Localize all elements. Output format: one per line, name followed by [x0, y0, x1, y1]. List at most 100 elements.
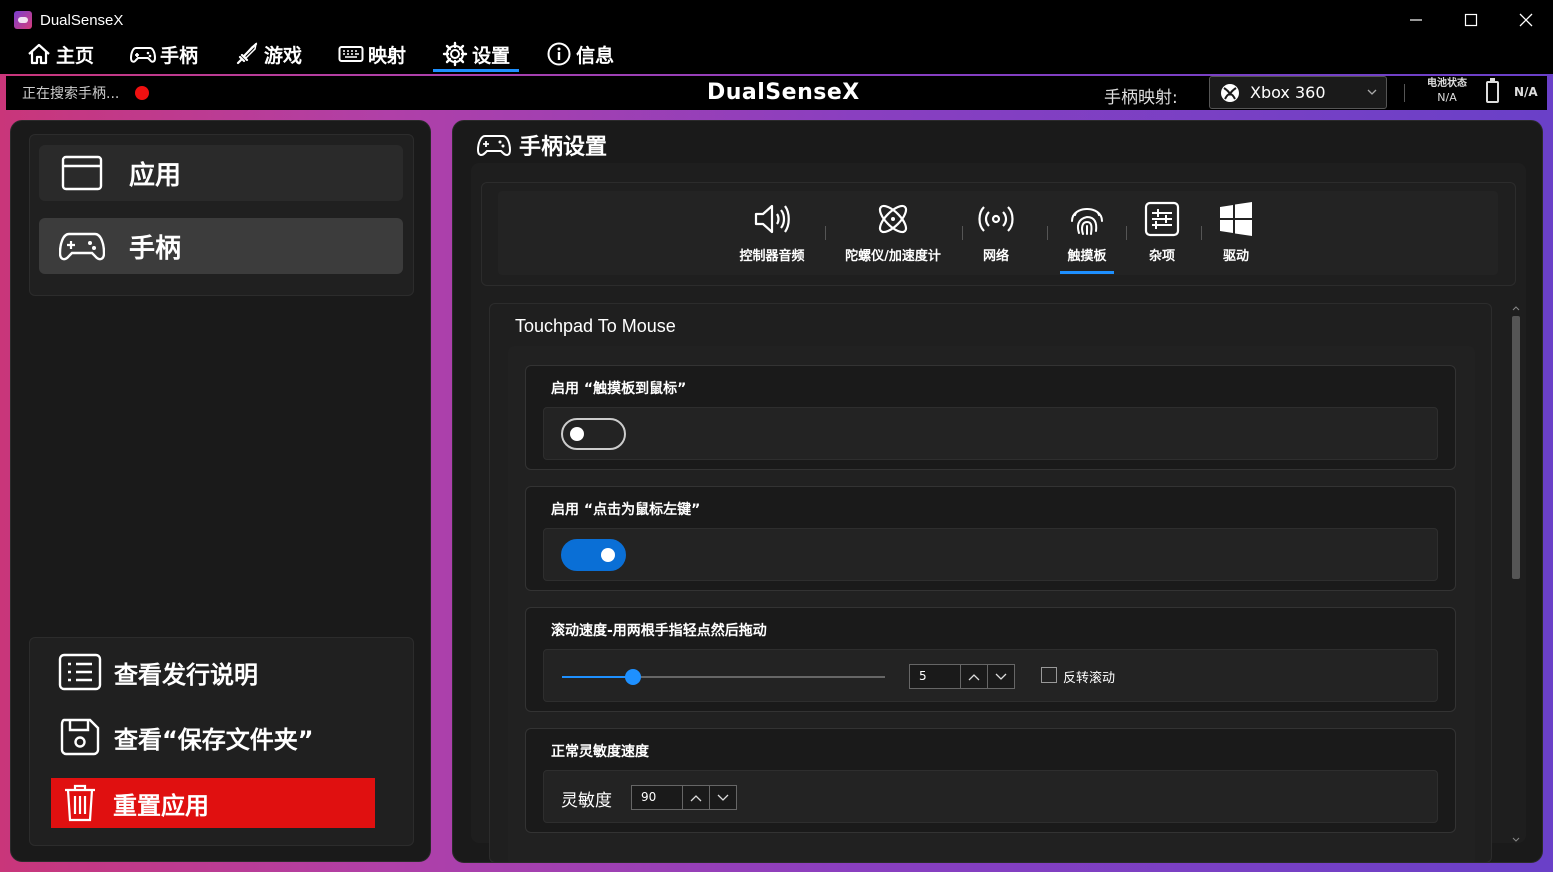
mapping-select[interactable]: Xbox 360	[1209, 76, 1387, 109]
sidebar-item-controller-label: 手柄	[129, 233, 182, 264]
sidebar-item-controller[interactable]: 手柄	[39, 218, 403, 274]
nav-mapping[interactable]: 映射	[338, 34, 406, 74]
release-notes-link[interactable]: 查看发行说明	[58, 652, 258, 692]
sidebar-item-app-label: 应用	[129, 160, 182, 191]
minimize-icon	[1409, 19, 1422, 21]
nav-games-label: 游戏	[264, 44, 303, 67]
tap-click-toggle[interactable]	[561, 539, 626, 571]
tab-separator	[1047, 226, 1048, 240]
speaker-icon	[754, 204, 790, 234]
fingerprint-icon	[1071, 208, 1103, 235]
nav-info-label: 信息	[576, 44, 615, 67]
settings-tabs-inner: 控制器音频 陀螺仪/加速度计 网络 触摸板 杂项 驱动	[498, 191, 1498, 275]
list-icon	[58, 653, 102, 691]
save-folder-label: 查看“保存文件夹”	[114, 725, 314, 754]
save-icon	[60, 718, 100, 756]
trash-icon	[65, 784, 95, 822]
gamepad-icon	[130, 47, 157, 63]
scrollbar-thumb[interactable]	[1512, 316, 1520, 579]
window-title: DualSenseX	[40, 11, 124, 29]
info-icon	[547, 42, 571, 66]
tab-driver[interactable]: 驱动	[1216, 191, 1256, 275]
scroll-speed-slider[interactable]	[562, 669, 885, 685]
window-icon	[61, 155, 103, 191]
nav-settings[interactable]: 设置	[433, 34, 520, 74]
scroll-speed-stepper[interactable]: 5	[909, 664, 1015, 689]
panel-header: 手柄设置	[477, 129, 607, 161]
tab-separator	[962, 226, 963, 240]
nav-home-label: 主页	[56, 44, 95, 67]
tab-separator	[825, 226, 826, 240]
section-title: Touchpad To Mouse	[515, 316, 676, 336]
tab-misc-label: 杂项	[1148, 249, 1175, 264]
scroll-speed-increment-button[interactable]	[960, 665, 987, 688]
tab-audio[interactable]: 控制器音频	[736, 191, 808, 275]
enable-touchpad-toggle[interactable]	[561, 418, 626, 450]
chevron-down-icon	[717, 794, 729, 801]
sensitivity-value[interactable]: 90	[632, 786, 682, 809]
scroll-speed-value[interactable]: 5	[910, 665, 960, 688]
section-content: 启用 “触摸板到鼠标” 启用 “点击为鼠标左键” 滚动速度-用两根手指轻点然后拖…	[508, 346, 1475, 862]
tab-separator	[1201, 226, 1202, 240]
scroll-speed-card: 滚动速度-用两根手指轻点然后拖动 5 反转滚动	[525, 607, 1456, 712]
panel-title: 手柄设置	[519, 135, 608, 160]
sidebar: 应用 手柄 查看发行说明 查看“保存文件夹” 重置应用	[10, 120, 431, 862]
connection-status-dot	[135, 86, 150, 100]
scroll-speed-decrement-button[interactable]	[987, 665, 1014, 688]
gamepad-icon	[477, 135, 511, 156]
nav-mapping-label: 映射	[368, 44, 407, 67]
sensitivity-decrement-button[interactable]	[709, 786, 736, 809]
sensitivity-title: 正常灵敏度速度	[551, 744, 649, 760]
nav-games[interactable]: 游戏	[234, 34, 302, 74]
sidebar-item-app[interactable]: 应用	[39, 145, 403, 201]
gamepad-icon	[59, 232, 105, 261]
invert-scroll-checkbox[interactable]	[1041, 667, 1057, 683]
sensitivity-stepper[interactable]: 90	[631, 785, 737, 810]
tab-gyro[interactable]: 陀螺仪/加速度计	[843, 191, 943, 275]
tab-touchpad[interactable]: 触摸板	[1062, 191, 1112, 275]
settings-tabs: 控制器音频 陀螺仪/加速度计 网络 触摸板 杂项 驱动	[481, 182, 1516, 286]
tab-network[interactable]: 网络	[976, 191, 1016, 275]
tab-misc[interactable]: 杂项	[1142, 191, 1182, 275]
sensitivity-card: 正常灵敏度速度 灵敏度 90	[525, 728, 1456, 833]
home-icon	[28, 43, 50, 65]
app-logo-icon	[14, 11, 32, 29]
release-notes-label: 查看发行说明	[114, 660, 258, 689]
nav-info[interactable]: 信息	[546, 34, 614, 74]
sensitivity-field-label: 灵敏度	[561, 791, 612, 811]
tab-driver-label: 驱动	[1222, 249, 1249, 264]
mapping-label: 手柄映射:	[1104, 88, 1178, 108]
xbox-icon	[1221, 83, 1239, 102]
sensitivity-increment-button[interactable]	[682, 786, 709, 809]
controller-settings-panel: 手柄设置 控制器音频 陀螺仪/加速度计 网络 触摸板 杂项 驱动 Touchpa…	[452, 120, 1543, 863]
sidebar-menu: 应用 手柄	[29, 134, 414, 296]
tab-network-label: 网络	[982, 249, 1009, 264]
scroll-speed-slider-thumb[interactable]	[625, 669, 642, 685]
reset-app-label: 重置应用	[113, 791, 209, 820]
top-nav: 主页 手柄 游戏 映射 设置 信息	[0, 34, 1553, 74]
mapping-value: Xbox 360	[1250, 83, 1326, 102]
brand-title: DualSenseX	[707, 80, 860, 105]
battery-status-label: 电池状态	[1427, 78, 1467, 89]
save-folder-link[interactable]: 查看“保存文件夹”	[58, 717, 314, 757]
tab-touchpad-label: 触摸板	[1067, 249, 1107, 264]
controller-battery-value: N/A	[1514, 85, 1538, 99]
nav-home[interactable]: 主页	[26, 34, 94, 74]
search-status-text: 正在搜索手柄...	[22, 86, 120, 102]
touchpad-section: Touchpad To Mouse 启用 “触摸板到鼠标” 启用 “点击为鼠标左…	[489, 303, 1492, 862]
content-scrollbar[interactable]	[1509, 304, 1523, 844]
network-icon	[978, 206, 1014, 232]
invert-scroll-label: 反转滚动	[1063, 671, 1116, 686]
enable-touchpad-label: 启用 “触摸板到鼠标”	[551, 381, 687, 397]
sidebar-actions: 查看发行说明 查看“保存文件夹” 重置应用	[29, 637, 414, 846]
maximize-icon	[1464, 13, 1477, 27]
battery-icon	[1486, 78, 1499, 103]
nav-settings-label: 设置	[472, 44, 511, 67]
tap-click-body	[543, 528, 1438, 581]
scroll-speed-body: 5 反转滚动	[543, 649, 1438, 702]
chevron-up-icon	[968, 673, 980, 680]
gear-icon	[442, 41, 468, 67]
nav-controller[interactable]: 手柄	[130, 34, 198, 74]
reset-app-button[interactable]: 重置应用	[51, 778, 375, 828]
chevron-up-icon	[690, 794, 702, 801]
